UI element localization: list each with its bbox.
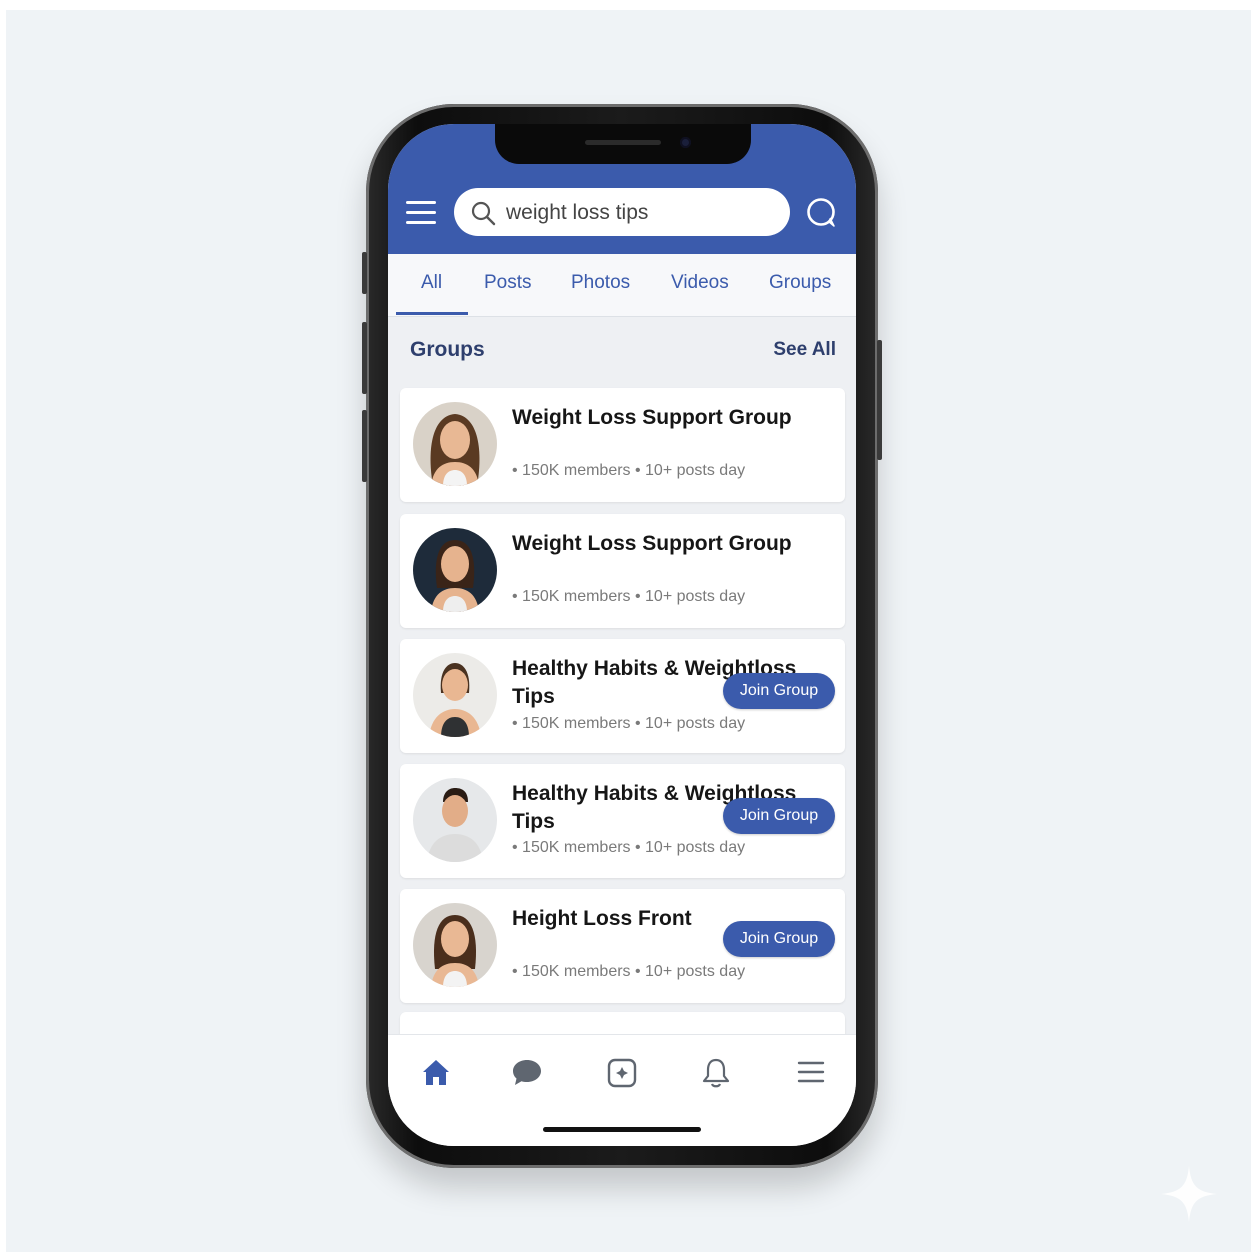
group-avatar <box>413 778 497 862</box>
group-avatar <box>413 903 497 987</box>
speaker <box>585 140 661 145</box>
group-meta: • 150K members • 10+ posts day <box>512 715 746 732</box>
notch <box>495 124 751 164</box>
home-indicator <box>543 1127 701 1132</box>
search-input[interactable] <box>504 196 778 230</box>
search-icon <box>471 201 496 226</box>
group-meta: • 150K members • 10+ posts day <box>512 462 746 479</box>
group-meta: • 150K members • 10+ posts day <box>512 839 746 856</box>
group-meta: • 150K members • 10+ posts day <box>512 963 746 980</box>
tab-videos[interactable]: Videos <box>671 272 729 294</box>
tab-all[interactable]: All <box>421 272 442 294</box>
power-button <box>877 340 882 460</box>
volume-up-button <box>362 322 367 394</box>
join-group-button[interactable]: Join Group <box>723 798 835 834</box>
group-avatar <box>413 402 497 486</box>
volume-down-button <box>362 410 367 482</box>
group-card[interactable]: Healthy Habits & Weightloss Tips • 150K … <box>400 764 845 878</box>
search-bar[interactable] <box>454 188 790 236</box>
tab-groups[interactable]: Groups <box>769 272 831 294</box>
front-camera <box>680 137 691 148</box>
messenger-icon[interactable] <box>804 196 838 230</box>
sparkle-icon <box>1161 1166 1217 1222</box>
tab-posts[interactable]: Posts <box>484 272 532 294</box>
see-all-link[interactable]: See All <box>773 339 836 361</box>
group-name: Weight Loss Support Group <box>512 532 792 555</box>
phone-screen: All Posts Photos Videos Groups Groups Se… <box>388 124 856 1146</box>
group-card[interactable]: Height Loss Front • 150K members • 10+ p… <box>400 889 845 1003</box>
home-icon[interactable] <box>421 1057 451 1087</box>
menu-icon[interactable] <box>796 1057 826 1087</box>
section-title: Groups <box>410 338 485 361</box>
active-tab-indicator <box>396 312 468 315</box>
tab-photos[interactable]: Photos <box>571 272 630 294</box>
group-avatar <box>413 653 497 737</box>
group-card[interactable]: Weight Loss Support Group • 150K members… <box>400 514 845 628</box>
bell-icon[interactable] <box>701 1057 731 1089</box>
group-card[interactable]: Healthy Habits & Weightloss Tips • 150K … <box>400 639 845 753</box>
bottom-navigation <box>388 1034 856 1146</box>
join-group-button[interactable]: Join Group <box>723 921 835 957</box>
group-name: Weight Loss Support Group <box>512 406 792 429</box>
hamburger-menu-icon[interactable] <box>406 201 436 225</box>
chat-icon[interactable] <box>511 1057 543 1087</box>
group-avatar <box>413 528 497 612</box>
join-group-button[interactable]: Join Group <box>723 673 835 709</box>
add-icon[interactable] <box>606 1057 638 1089</box>
group-card[interactable]: Weight Loss Support Group • 150K members… <box>400 388 845 502</box>
group-meta: • 150K members • 10+ posts day <box>512 588 746 605</box>
search-tabs: All Posts Photos Videos Groups <box>388 254 856 317</box>
mute-switch <box>362 252 367 294</box>
